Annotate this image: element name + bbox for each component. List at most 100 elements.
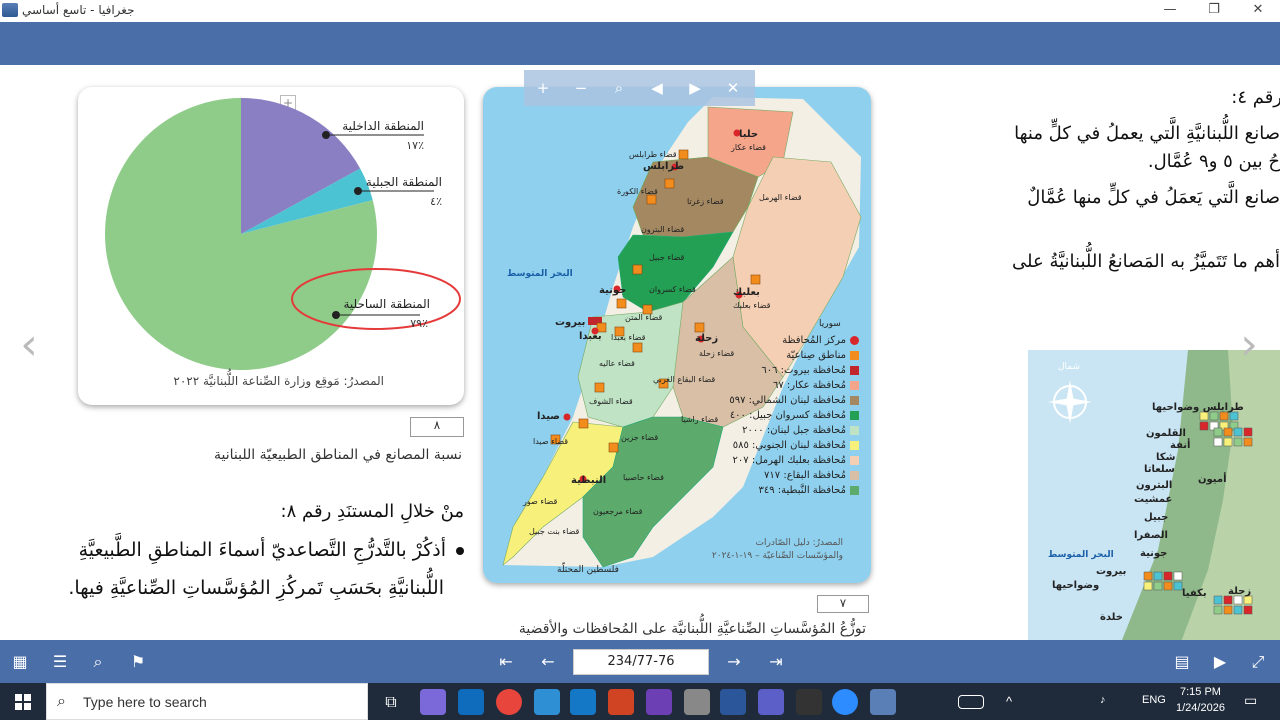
pie-chart-card: + المنطقة الداخلية ٪١٧ المنطقة الجبلية ٪… (78, 87, 464, 405)
title-bar: جغرافيا - تاسع أساسي — ❐ ✕ (0, 0, 1280, 22)
legend-swatch (850, 336, 859, 345)
industry-symbol (1243, 437, 1253, 447)
keyboard-icon[interactable] (958, 695, 984, 709)
copilot-icon[interactable] (420, 689, 446, 715)
legend-label: مركز المُحافظة (782, 335, 846, 346)
onenote-icon[interactable] (646, 689, 672, 715)
sea-label: البحر المتوسط (1048, 550, 1114, 560)
right-text-line: أهم ما تَتَميَّزُ به المَصانعُ اللُّبنان… (1012, 251, 1280, 272)
map-source: المصدرُ: دليل الصّادرات والمؤسّسات الصِّ… (688, 537, 843, 563)
zoom-search-button[interactable]: ⌕ (600, 70, 638, 106)
place-label: القلمون (1146, 428, 1186, 439)
editor-icon[interactable] (796, 689, 822, 715)
edge-icon[interactable] (534, 689, 560, 715)
industry-symbol (1199, 421, 1209, 431)
next-page-arrow[interactable]: › (1234, 320, 1264, 370)
book-page: + المنطقة الداخلية ٪١٧ المنطقة الجبلية ٪… (0, 65, 1280, 640)
legend-label: مُحافظة بيروت: ٦٠٦ (761, 365, 846, 376)
book-viewer-icon[interactable] (870, 689, 896, 715)
zoom-out-button[interactable]: − (562, 70, 600, 106)
outlook-app-icon[interactable] (570, 689, 596, 715)
pie-chart (105, 98, 461, 370)
restore-button[interactable]: ❐ (1194, 0, 1234, 22)
district-label: قضاء صيدا (533, 437, 569, 446)
industrial-zone-marker (578, 418, 589, 429)
tray-chevron-icon[interactable]: ^ (1006, 694, 1012, 709)
volume-icon[interactable]: ♪ (1100, 694, 1106, 706)
zoom-in-button[interactable]: + (524, 70, 562, 106)
place-label: جونية (1140, 548, 1168, 559)
clock-date[interactable]: 1/24/2026 (1176, 702, 1225, 714)
industrial-zone-marker (632, 264, 643, 275)
word-icon[interactable] (720, 689, 746, 715)
place-label: عمشيت (1134, 494, 1173, 505)
language-indicator[interactable]: ENG (1142, 694, 1166, 706)
legend-swatch (850, 351, 859, 360)
industrial-zone-marker (664, 178, 675, 189)
thumbnails-icon[interactable]: ▦ (8, 650, 32, 674)
pie-source: المصدرُ: مَوقِع وزارة الصِّناعة اللُّبنا… (173, 374, 384, 388)
pie-caption: نسبة المصانع في المناطق الطبيعيّة اللبنا… (214, 447, 462, 463)
zoom-next-button[interactable]: ▶ (676, 70, 714, 106)
prev-page-icon[interactable]: ← (536, 650, 560, 674)
zoom-icon[interactable] (832, 689, 858, 715)
present-icon[interactable]: ▶ (1208, 650, 1232, 674)
industry-symbol (1233, 437, 1243, 447)
legend-swatch (850, 486, 859, 495)
taskbar-search[interactable]: ⌕ Type here to search (46, 683, 368, 720)
notes-icon[interactable]: ▤ (1170, 650, 1194, 674)
bookmark-icon[interactable]: ⚑ (126, 650, 150, 674)
legend-item: مُحافظة بعلبك الهرمل: ٢٠٧ (719, 453, 859, 468)
notification-icon[interactable]: ▭ (1244, 692, 1257, 709)
place-label: سلعاتا (1144, 464, 1175, 475)
industrial-zone-marker (750, 274, 761, 285)
pie-label: المنطقة الساحلية (343, 297, 430, 311)
minimize-button[interactable]: — (1150, 0, 1190, 22)
legend-item: مُحافظة لبنان الجنوبي: ٥٨٥ (719, 438, 859, 453)
page-number-input[interactable]: 234/77-76 (573, 649, 709, 675)
legend-item: مناطق صِناعيّة (719, 348, 859, 363)
zoom-close-button[interactable]: ✕ (714, 70, 752, 106)
close-button[interactable]: ✕ (1238, 0, 1278, 22)
district-label: قضاء البقاع الغربي (653, 375, 716, 384)
last-page-icon[interactable]: ⇥ (764, 650, 788, 674)
city-label: حلبا (739, 129, 759, 140)
industrial-zone-marker (616, 298, 627, 309)
outlook-icon[interactable] (458, 689, 484, 715)
industry-symbol (1223, 595, 1233, 605)
legend-item: مُحافظة كسروان جبيل: ٤٠٠ (719, 408, 859, 423)
pie-label: المنطقة الجبلية (365, 175, 442, 189)
industry-symbol (1163, 571, 1173, 581)
search-icon[interactable]: ⌕ (86, 650, 110, 674)
windows-start-icon[interactable] (0, 683, 46, 720)
prev-page-arrow[interactable]: ‹ (14, 320, 44, 370)
legend-label: مناطق صِناعيّة (786, 350, 846, 361)
industry-symbol (1199, 411, 1209, 421)
legend-item: مُحافظة بيروت: ٦٠٦ (719, 363, 859, 378)
place-label: أميون (1198, 474, 1227, 485)
powerpoint-icon[interactable] (608, 689, 634, 715)
district-label: قضاء الشوف (589, 397, 633, 406)
place-label: الصفرا (1134, 530, 1168, 541)
task-view-icon[interactable]: ⧉ (378, 689, 404, 715)
bullet-dot (456, 546, 464, 555)
first-page-icon[interactable]: ⇤ (494, 650, 518, 674)
syria-label: سوريا (819, 319, 841, 329)
capital-marker (563, 413, 571, 421)
clock-time[interactable]: 7:15 PM (1180, 686, 1221, 698)
right-text-line: صانع الَّتي يَعمَلُ في كلٍّ منها عُمَّال… (1027, 187, 1280, 208)
app-icon-generic[interactable] (684, 689, 710, 715)
app-window: جغرافيا - تاسع أساسي — ❐ ✕ + المنطقة الد… (0, 0, 1280, 720)
fullscreen-icon[interactable]: ⤢ (1246, 650, 1270, 674)
place-label: البترون (1136, 480, 1173, 491)
taskbar: ⌕ Type here to search ⧉ ^ ♪ ENG 7:15 PM … (0, 683, 1280, 720)
chrome-icon[interactable] (496, 689, 522, 715)
list-icon[interactable]: ☰ (48, 650, 72, 674)
next-page-icon[interactable]: → (722, 650, 746, 674)
viewer-toolbar: ▦ ☰ ⌕ ⚑ ⇤ ← 234/77-76 → ⇥ ▤ ▶ ⤢ (0, 640, 1280, 683)
district-label: قضاء حاصبيا (623, 473, 664, 482)
map-legend: مركز المُحافظة مناطق صِناعيّة مُحافظة بي… (719, 333, 859, 498)
zoom-prev-button[interactable]: ◀ (638, 70, 676, 106)
teams-icon[interactable] (758, 689, 784, 715)
legend-item: مُحافظة عكار: ٦٧ (719, 378, 859, 393)
